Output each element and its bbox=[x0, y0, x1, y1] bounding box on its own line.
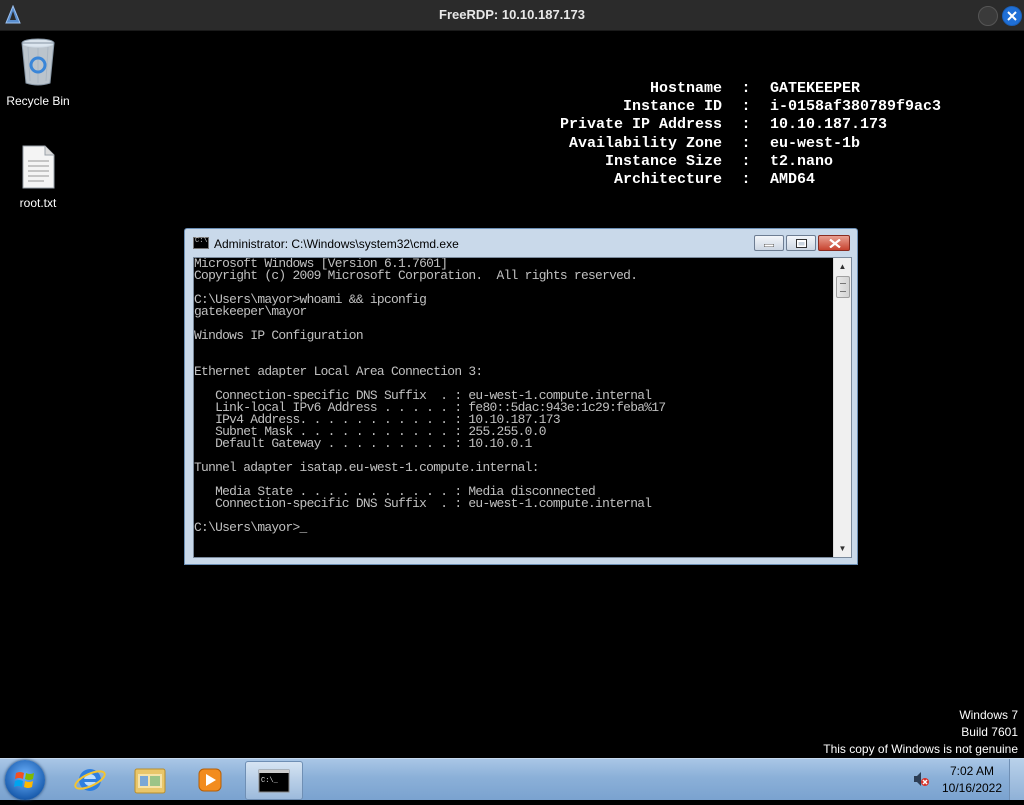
minimize-button[interactable] bbox=[754, 235, 784, 251]
bginfo-row: Architecture: AMD64 bbox=[520, 171, 941, 189]
console-line: Default Gateway . . . . . . . . . : 10.1… bbox=[194, 436, 532, 451]
taskbar-windows-explorer[interactable] bbox=[122, 761, 178, 798]
bginfo-separator: : bbox=[741, 134, 751, 152]
watermark-build: Build 7601 bbox=[961, 725, 1018, 739]
console-output[interactable]: Microsoft Windows [Version 6.1.7601] Copy… bbox=[194, 258, 834, 557]
windows-logo-icon bbox=[14, 772, 34, 788]
minimize-icon bbox=[764, 244, 774, 247]
bginfo-key: Instance ID bbox=[622, 98, 722, 116]
tray-volume-muted[interactable] bbox=[912, 770, 930, 788]
bginfo-separator: : bbox=[741, 171, 751, 189]
rdp-close-button[interactable] bbox=[1002, 6, 1022, 26]
cmd-window[interactable]: Administrator: C:\Windows\system32\cmd.e… bbox=[184, 228, 858, 565]
cmd-window-title: Administrator: C:\Windows\system32\cmd.e… bbox=[214, 237, 459, 251]
recycle-bin-icon bbox=[21, 38, 55, 86]
scroll-thumb[interactable] bbox=[836, 276, 850, 298]
bginfo-row: Instance Size: t2.nano bbox=[520, 153, 941, 171]
taskbar-internet-explorer[interactable] bbox=[62, 761, 118, 798]
bginfo-separator: : bbox=[741, 116, 751, 134]
rdp-minimize-button[interactable] bbox=[978, 6, 998, 26]
bginfo-value: GATEKEEPER bbox=[770, 80, 861, 97]
close-button[interactable] bbox=[818, 235, 850, 251]
clock-date: 10/16/2022 bbox=[941, 781, 1003, 795]
console-line: Ethernet adapter Local Area Connection 3… bbox=[194, 364, 483, 379]
console-area[interactable]: Microsoft Windows [Version 6.1.7601] Copy… bbox=[193, 257, 852, 558]
bginfo-separator: : bbox=[741, 152, 751, 170]
desktop-icon-recycle-bin[interactable]: Recycle Bin bbox=[0, 37, 76, 108]
start-button[interactable] bbox=[5, 760, 45, 800]
speaker-muted-icon bbox=[914, 772, 929, 786]
bginfo-row: Private IP Address: 10.10.187.173 bbox=[520, 116, 941, 134]
taskbar-command-prompt[interactable]: C:\_ bbox=[245, 761, 303, 800]
console-line: Connection-specific DNS Suffix . : eu-we… bbox=[194, 496, 652, 511]
desktop-icon-label: root.txt bbox=[19, 196, 57, 210]
bginfo-value: AMD64 bbox=[770, 171, 816, 189]
text-file-icon bbox=[22, 145, 55, 189]
vertical-scrollbar[interactable]: ▲ ▼ bbox=[833, 258, 851, 557]
bginfo-value: i-0158af380789f9ac3 bbox=[770, 98, 942, 116]
clock-time: 7:02 AM bbox=[949, 764, 995, 778]
close-icon bbox=[829, 239, 841, 248]
cmd-icon bbox=[193, 237, 209, 249]
watermark-os: Windows 7 bbox=[959, 708, 1018, 722]
bginfo-key: Availability Zone bbox=[568, 134, 722, 152]
watermark-genuine: This copy of Windows is not genuine bbox=[823, 742, 1018, 756]
scroll-down-arrow-icon[interactable]: ▼ bbox=[834, 540, 851, 557]
bginfo-panel: Hostname: GATEKEEPER Instance ID: i-0158af… bbox=[520, 80, 941, 189]
bginfo-key: Architecture bbox=[613, 171, 722, 189]
console-line: Copyright (c) 2009 Microsoft Corporation… bbox=[194, 268, 638, 283]
bginfo-row: Hostname: GATEKEEPER bbox=[520, 80, 941, 98]
bginfo-value: 10.10.187.173 bbox=[770, 116, 888, 134]
console-line: Windows IP Configuration bbox=[194, 328, 364, 343]
rdp-title-bar: FreeRDP: 10.10.187.173 bbox=[0, 0, 1024, 31]
console-prompt-line: C:\Users\mayor>_ bbox=[194, 520, 834, 535]
bginfo-separator: : bbox=[741, 80, 751, 97]
cmd-title-bar[interactable]: Administrator: C:\Windows\system32\cmd.e… bbox=[193, 237, 459, 251]
rdp-window-title: FreeRDP: 10.10.187.173 bbox=[439, 7, 585, 22]
console-line: gatekeeper\mayor bbox=[194, 304, 307, 319]
maximize-button[interactable] bbox=[786, 235, 816, 251]
folder-icon bbox=[134, 768, 166, 794]
close-icon bbox=[1007, 11, 1017, 21]
bginfo-key: Private IP Address bbox=[559, 116, 722, 134]
bginfo-value: t2.nano bbox=[770, 152, 834, 170]
bginfo-separator: : bbox=[741, 98, 751, 116]
svg-text:C:\_: C:\_ bbox=[261, 777, 279, 785]
console-prompt: C:\Users\mayor> bbox=[194, 520, 300, 535]
console-line: Tunnel adapter isatap.eu-west-1.compute.… bbox=[194, 460, 539, 475]
maximize-icon bbox=[796, 239, 807, 248]
internet-explorer-icon bbox=[74, 769, 106, 791]
media-player-icon bbox=[198, 768, 222, 792]
taskbar-media-player[interactable] bbox=[182, 761, 238, 798]
scroll-up-arrow-icon[interactable]: ▲ bbox=[834, 258, 851, 275]
bginfo-key: Instance Size bbox=[604, 152, 722, 170]
console-cursor: _ bbox=[299, 520, 308, 535]
desktop-icon-label: Recycle Bin bbox=[6, 94, 70, 108]
bginfo-value: eu-west-1b bbox=[770, 134, 861, 152]
desktop-icon-root-txt[interactable]: root.txt bbox=[0, 145, 76, 210]
windows-watermark: Windows 7 Build 7601 This copy of Window… bbox=[823, 707, 1018, 758]
bginfo-row: Instance ID: i-0158af380789f9ac3 bbox=[520, 98, 941, 116]
taskbar: C:\_ 7:02 AM 10/16/2022 bbox=[0, 758, 1024, 800]
command-prompt-icon: C:\_ bbox=[258, 769, 290, 793]
bginfo-key: Hostname bbox=[649, 80, 722, 97]
show-desktop-button[interactable] bbox=[1009, 759, 1024, 800]
bginfo-row: Availability Zone: eu-west-1b bbox=[520, 135, 941, 153]
tray-clock[interactable]: 7:02 AM 10/16/2022 bbox=[930, 763, 1014, 797]
